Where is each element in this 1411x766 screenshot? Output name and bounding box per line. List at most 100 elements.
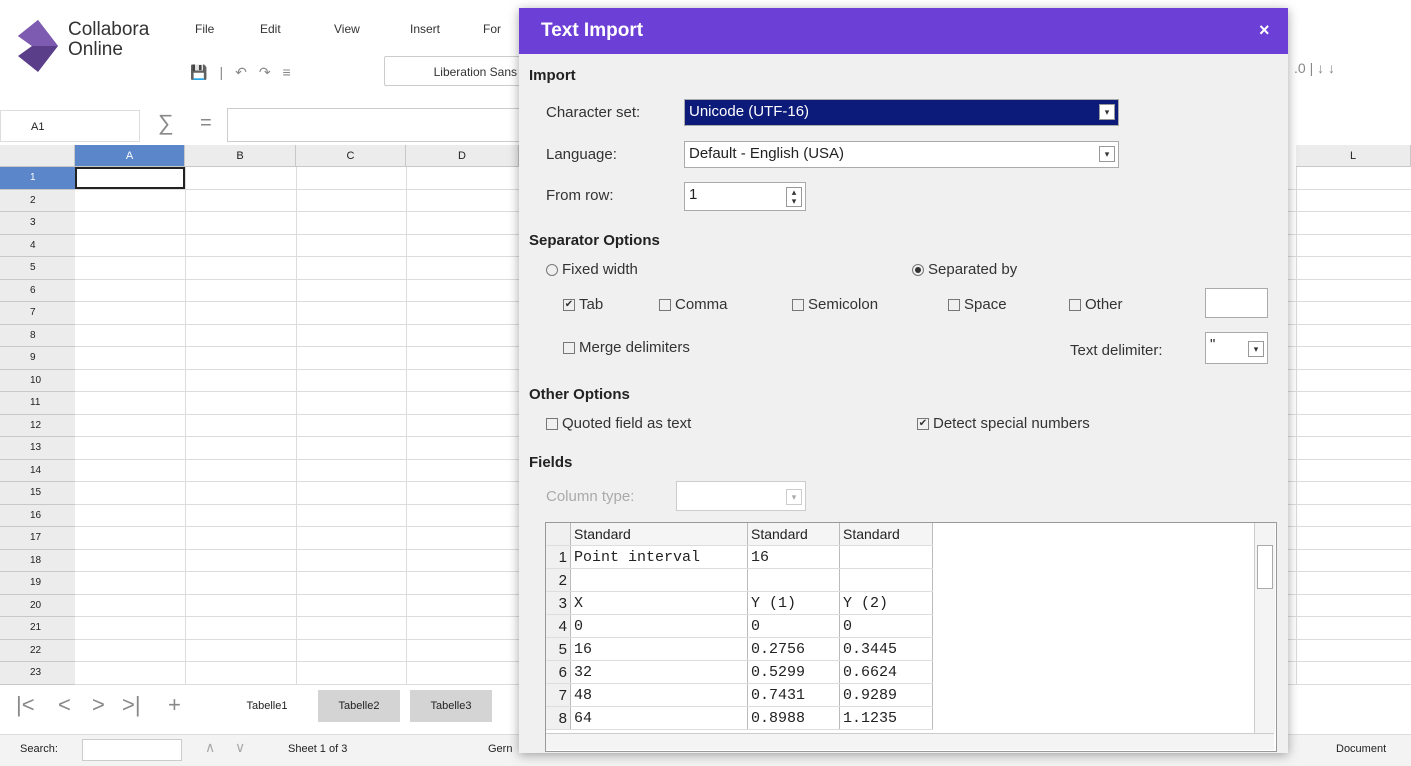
row-header[interactable]: 12 [0,414,75,437]
search-down-icon[interactable]: ∨ [235,739,245,756]
column-header-a[interactable]: A [75,145,185,167]
preview-column-header[interactable]: Standard [839,523,933,546]
undo-icon[interactable]: ↶ [235,64,247,81]
preview-column-header[interactable]: Standard [747,523,840,546]
column-header-l[interactable]: L [1296,145,1411,167]
menu-format[interactable]: For [483,22,501,36]
row-header[interactable]: 10 [0,369,75,392]
row-header[interactable]: 9 [0,347,75,370]
checkmark-icon: ✔ [563,299,575,312]
redo-icon[interactable]: ↷ [259,64,271,81]
sort-ascending-icon[interactable]: ↓ [1317,60,1324,76]
sheet-tab-2[interactable]: Tabelle2 [318,690,400,722]
text-delimiter-select[interactable]: " ▾ [1205,332,1268,364]
column-type-select[interactable]: ▾ [676,481,806,511]
sum-icon[interactable]: ∑ [158,110,174,136]
chevron-down-icon[interactable]: ▾ [1099,104,1115,120]
active-cell[interactable] [75,167,185,189]
add-sheet-button[interactable]: + [168,692,181,718]
search-up-icon[interactable]: ∧ [205,739,215,756]
menu-file[interactable]: File [195,22,214,36]
menu-insert[interactable]: Insert [410,22,440,36]
decimal-icon[interactable]: .0 [1294,60,1306,76]
preview-row: 7 48 0.7431 0.9289 [546,683,933,707]
chevron-down-icon[interactable]: ▾ [1099,146,1115,162]
paint-format-icon[interactable]: ≡ [283,64,291,80]
column-header-c[interactable]: C [296,145,406,167]
row-header[interactable]: 6 [0,279,75,302]
first-sheet-button[interactable]: |< [16,692,35,718]
row-header[interactable]: 20 [0,594,75,617]
app-name-line1: Collabora [68,19,150,40]
sort-descending-icon[interactable]: ↓ [1328,60,1335,76]
scrollbar-thumb[interactable] [1257,545,1273,589]
sheet-tab-3[interactable]: Tabelle3 [410,690,492,722]
row-header[interactable]: 18 [0,549,75,572]
status-search-input[interactable] [82,739,182,761]
row-header[interactable]: 14 [0,459,75,482]
comma-checkbox[interactable]: Comma [659,296,728,313]
detect-numbers-label: Detect special numbers [933,415,1090,432]
dialog-title: Text Import [541,20,644,41]
language-select[interactable]: Default - English (USA) ▾ [684,141,1119,168]
preview-cell: 0.8988 [747,706,840,730]
space-label: Space [964,296,1007,313]
row-header[interactable]: 23 [0,662,75,685]
menu-view[interactable]: View [334,22,360,36]
row-header[interactable]: 19 [0,572,75,595]
separated-by-radio[interactable]: Separated by [912,261,1017,278]
row-header[interactable]: 4 [0,234,75,257]
row-header[interactable]: 8 [0,324,75,347]
other-separator-input[interactable] [1205,288,1268,318]
detect-numbers-checkbox[interactable]: ✔ Detect special numbers [917,415,1090,432]
close-icon[interactable]: × [1259,20,1270,41]
row-header[interactable]: 15 [0,482,75,505]
tab-checkbox[interactable]: ✔ Tab [563,296,603,313]
row-header[interactable]: 7 [0,302,75,325]
name-box[interactable]: A1 [0,110,140,142]
formula-input[interactable] [227,108,527,142]
column-header-d[interactable]: D [406,145,519,167]
row-header[interactable]: 2 [0,189,75,212]
last-sheet-button[interactable]: >| [122,692,141,718]
menu-edit[interactable]: Edit [260,22,281,36]
prev-sheet-button[interactable]: < [58,692,71,718]
row-header[interactable]: 5 [0,257,75,280]
checkbox-icon [563,342,575,355]
row-header[interactable]: 3 [0,212,75,235]
preview-vertical-scrollbar[interactable] [1254,523,1275,733]
preview-cell: 0.9289 [839,683,933,707]
row-header[interactable]: 21 [0,617,75,640]
font-name-select[interactable]: Liberation Sans [384,56,524,86]
chevron-down-icon[interactable]: ▾ [786,489,802,505]
row-header[interactable]: 11 [0,392,75,415]
column-header-b[interactable]: B [185,145,296,167]
row-header[interactable]: 22 [0,639,75,662]
row-header[interactable]: 16 [0,504,75,527]
charset-select[interactable]: Unicode (UTF-16) ▾ [684,99,1119,126]
fixed-width-radio[interactable]: Fixed width [546,261,638,278]
semicolon-checkbox[interactable]: Semicolon [792,296,878,313]
preview-cell: 0 [747,614,840,638]
preview-cell: 0 [570,614,748,638]
preview-column-header[interactable]: Standard [570,523,748,546]
sheet-tab-1[interactable]: Tabelle1 [226,690,308,722]
preview-cell: 0.2756 [747,637,840,661]
row-header[interactable]: 1 [0,167,75,190]
fromrow-spinbox[interactable]: 1 ▴ ▾ [684,182,806,211]
quoted-field-checkbox[interactable]: Quoted field as text [546,415,691,432]
row-header[interactable]: 13 [0,437,75,460]
other-checkbox[interactable]: Other [1069,296,1123,313]
space-checkbox[interactable]: Space [948,296,1007,313]
function-icon[interactable]: = [200,112,212,135]
merge-delimiters-checkbox[interactable]: Merge delimiters [563,339,690,356]
preview-horizontal-scrollbar[interactable] [546,733,1274,750]
chevron-down-icon[interactable]: ▾ [1248,341,1264,357]
row-header[interactable]: 17 [0,527,75,550]
save-icon[interactable]: 💾 [190,64,207,81]
corner-cell[interactable] [0,145,75,167]
next-sheet-button[interactable]: > [92,692,105,718]
spin-arrows-icon[interactable]: ▴ ▾ [786,187,802,207]
fields-preview[interactable]: Standard Standard Standard 1 Point interv… [545,522,1277,752]
language-value: Default - English (USA) [689,145,845,162]
